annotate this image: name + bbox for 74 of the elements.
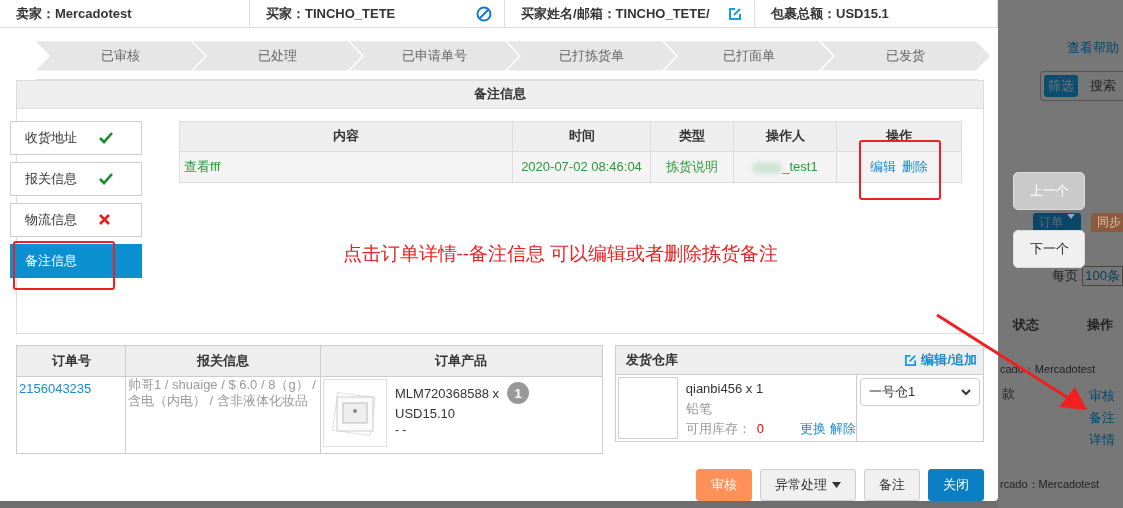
- progress-step: 已处理: [193, 41, 362, 71]
- blurred-mark: [752, 161, 783, 174]
- side-tab[interactable]: 报关信息: [10, 161, 142, 196]
- per-page-label: 每页: [1052, 267, 1079, 285]
- side-tab[interactable]: 收货地址: [10, 120, 142, 155]
- progress-step: 已打面单: [664, 41, 833, 71]
- toggle-option[interactable]: 搜索: [1086, 75, 1120, 97]
- table-cell: 查看fff: [179, 151, 513, 183]
- action-link[interactable]: 编辑: [870, 158, 896, 174]
- sync-button[interactable]: 同步: [1091, 213, 1123, 232]
- column-header: 订单号: [16, 345, 126, 377]
- side-tab[interactable]: 物流信息: [10, 202, 142, 237]
- check-icon: [99, 172, 113, 185]
- order-link[interactable]: 2156043235: [19, 381, 92, 396]
- page-size-select[interactable]: 100条: [1082, 266, 1123, 286]
- stock-count: 0: [756, 420, 764, 438]
- header-label: 买家：TINCHO_TETE: [266, 4, 396, 23]
- store-text: rcado：Mercadotest: [999, 477, 1100, 492]
- column-header: 操作: [1087, 316, 1113, 334]
- cross-icon: [99, 214, 110, 226]
- side-tab[interactable]: 备注信息: [10, 243, 142, 278]
- column-header: 内容: [179, 121, 513, 152]
- action-link[interactable]: 详情: [1089, 429, 1115, 451]
- product-name: 铅笔: [685, 400, 713, 418]
- header-label: 卖家：Mercadotest: [16, 4, 132, 23]
- progress-step: 已发货: [821, 41, 990, 71]
- product-sku: qianbi456 x 1: [685, 380, 765, 398]
- header-label: 包裹总额：USD15.1: [771, 4, 889, 23]
- annotation-text: 点击订单详情--备注信息 可以编辑或者删除拣货备注: [341, 241, 780, 266]
- image-placeholder-icon: [323, 379, 387, 447]
- column-header: 状态: [1013, 316, 1039, 334]
- column-header: 报关信息: [125, 345, 321, 377]
- column-header: 操作人: [733, 121, 837, 152]
- caret-icon: [1067, 214, 1075, 219]
- product-sku: MLM720368588 x: [395, 384, 500, 403]
- progress-step: 已打拣货单: [507, 41, 676, 71]
- check-icon: [99, 131, 113, 144]
- footer-button[interactable]: 备注: [864, 469, 920, 501]
- operator-name: _test1: [782, 159, 818, 175]
- chevron-down-icon: [961, 388, 971, 396]
- footer-button[interactable]: 异常处理: [760, 469, 856, 501]
- stock-label: 可用库存：: [685, 420, 751, 438]
- header-label: 买家姓名/邮箱：TINCHO_TETE/: [521, 4, 710, 23]
- edit-icon[interactable]: [728, 6, 742, 21]
- footer-button[interactable]: 审核: [696, 469, 752, 501]
- column-header: 类型: [650, 121, 734, 152]
- column-header: 时间: [512, 121, 651, 152]
- action-link[interactable]: 更换: [800, 419, 826, 439]
- action-link[interactable]: 备注: [1089, 407, 1115, 429]
- progress-step: 已申请单号: [350, 41, 519, 71]
- product-price: USD15.10: [395, 405, 456, 423]
- panel-title: 备注信息: [17, 79, 983, 109]
- panel-title: 发货仓库: [625, 351, 678, 369]
- quantity-badge: 1: [507, 382, 530, 404]
- edit-add-link[interactable]: 编辑/追加: [904, 351, 977, 369]
- nav-button[interactable]: 下一个: [1013, 230, 1085, 268]
- table-cell-text: 款: [1002, 385, 1015, 403]
- column-header: 订单产品: [320, 345, 603, 377]
- help-link[interactable]: 查看帮助: [1067, 39, 1119, 57]
- table-cell: 2020-07-02 08:46:04: [512, 151, 651, 183]
- warehouse-select[interactable]: 一号仓1: [860, 378, 980, 406]
- toggle-option[interactable]: 筛选: [1044, 75, 1078, 97]
- edit-icon: [904, 353, 918, 367]
- image-placeholder: [617, 377, 678, 439]
- action-link[interactable]: 审核: [1089, 385, 1115, 407]
- caret-icon: [832, 482, 841, 488]
- product-note: - -: [395, 423, 408, 437]
- progress-step: 已审核: [36, 41, 205, 71]
- action-link[interactable]: 删除: [902, 158, 928, 174]
- footer-button[interactable]: 关闭: [928, 469, 984, 501]
- block-icon[interactable]: [476, 5, 492, 22]
- table-cell: 拣货说明: [650, 151, 734, 183]
- action-link[interactable]: 解除: [830, 419, 856, 439]
- table-cell: 帅哥1 / shuaige / $ 6.0 / 8（g） / 含电（内电） / 含非液体化妆品: [125, 376, 321, 454]
